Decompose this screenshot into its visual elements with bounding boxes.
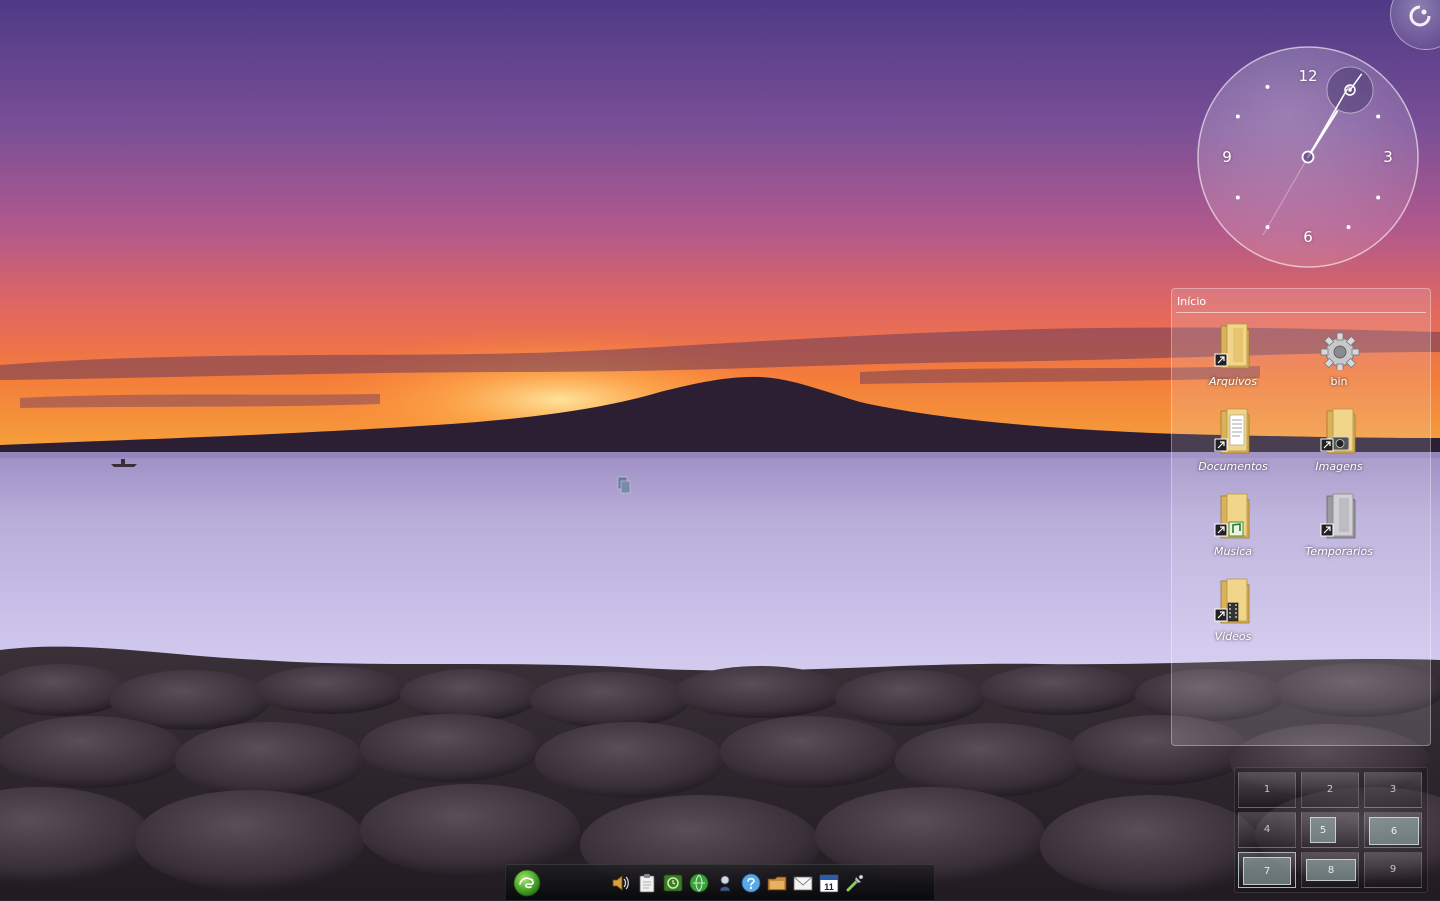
- network-icon[interactable]: [689, 873, 709, 893]
- folder-item-documentos[interactable]: Documentos: [1183, 407, 1283, 487]
- clipboard-icon[interactable]: [637, 873, 657, 893]
- folder-item-label: Documentos: [1198, 460, 1268, 473]
- folder-shortcut-icon: [1213, 322, 1255, 370]
- clock-tick-dot: [1235, 114, 1240, 119]
- taskbar-panel[interactable]: 11: [505, 864, 935, 900]
- opensuse-launcher-icon[interactable]: [512, 869, 542, 897]
- tools-icon[interactable]: [845, 873, 865, 893]
- virtual-desktop-pager[interactable]: 1 2 3 4 5 6 7 8 9: [1234, 767, 1428, 893]
- volume-icon[interactable]: [611, 873, 631, 893]
- desktop-file-icon[interactable]: [617, 476, 631, 494]
- pager-desktop-1[interactable]: 1: [1238, 772, 1296, 808]
- mail-icon[interactable]: [793, 873, 813, 893]
- pager-desktop-4[interactable]: 4: [1238, 812, 1296, 848]
- folder-item-label: Arquivos: [1208, 375, 1258, 388]
- clock-tick-dot: [1235, 195, 1240, 200]
- clock-numeral-12: 12: [1298, 67, 1318, 85]
- clock-tick-dot: [1376, 114, 1381, 119]
- pager-window-thumbnail: 7: [1243, 857, 1291, 885]
- folder-view-title: Início: [1177, 295, 1207, 308]
- pager-window-thumbnail: 5: [1310, 817, 1336, 843]
- pager-window-thumbnail: 6: [1369, 817, 1419, 845]
- pager-window-thumbnail: 8: [1306, 859, 1356, 881]
- clock-tick-dot: [1265, 84, 1270, 89]
- update-applet-icon[interactable]: [663, 873, 683, 893]
- clock-numeral-6: 6: [1303, 228, 1313, 246]
- clock-tick-dot: [1376, 195, 1381, 200]
- bluetooth-icon[interactable]: [715, 873, 735, 893]
- folder-item-label: bin: [1330, 375, 1348, 388]
- analog-clock-widget[interactable]: 12 3 6 9: [1196, 45, 1420, 269]
- folder-item-videos[interactable]: Videos: [1183, 577, 1283, 657]
- pager-desktop-7[interactable]: 7: [1238, 852, 1296, 888]
- folder-temp-icon: [1319, 492, 1361, 540]
- folder-item-label: Videos: [1214, 630, 1252, 643]
- clock-numeral-3: 3: [1383, 148, 1393, 166]
- clock-tick-dot: [1346, 225, 1351, 230]
- folder-item-label: Temporarios: [1305, 545, 1373, 558]
- folder-item-label: Musica: [1213, 545, 1253, 558]
- clock-numeral-9: 9: [1222, 148, 1232, 166]
- pager-desktop-6[interactable]: 6: [1364, 812, 1422, 848]
- folder-images-icon: [1319, 407, 1361, 455]
- calendar-icon[interactable]: 11: [819, 873, 839, 893]
- folder-videos-icon: [1213, 577, 1255, 625]
- folder-item-label: Imagens: [1315, 460, 1363, 473]
- folder-item-bin[interactable]: bin: [1289, 322, 1389, 402]
- folder-documents-icon: [1213, 407, 1255, 455]
- folder-item-musica[interactable]: Musica: [1183, 492, 1283, 572]
- pager-desktop-3[interactable]: 3: [1364, 772, 1422, 808]
- file-manager-icon[interactable]: [767, 873, 787, 893]
- gear-icon: [1319, 322, 1361, 372]
- folder-music-icon: [1213, 492, 1255, 540]
- folder-item-temporarios[interactable]: Temporarios: [1289, 492, 1389, 572]
- folder-item-imagens[interactable]: Imagens: [1289, 407, 1389, 487]
- pager-desktop-9[interactable]: 9: [1364, 852, 1422, 888]
- pager-desktop-2[interactable]: 2: [1301, 772, 1359, 808]
- chat-icon[interactable]: [741, 873, 761, 893]
- folder-item-arquivos[interactable]: Arquivos: [1183, 322, 1283, 402]
- pager-desktop-8[interactable]: 8: [1301, 852, 1359, 888]
- folder-view-widget[interactable]: Início Arquivos bin Documentos Imagens M…: [1171, 288, 1431, 746]
- pager-desktop-5[interactable]: 5: [1301, 812, 1359, 848]
- calendar-day: 11: [824, 882, 834, 892]
- plasma-logo-icon: [1409, 5, 1431, 27]
- folder-view-divider: [1176, 312, 1426, 313]
